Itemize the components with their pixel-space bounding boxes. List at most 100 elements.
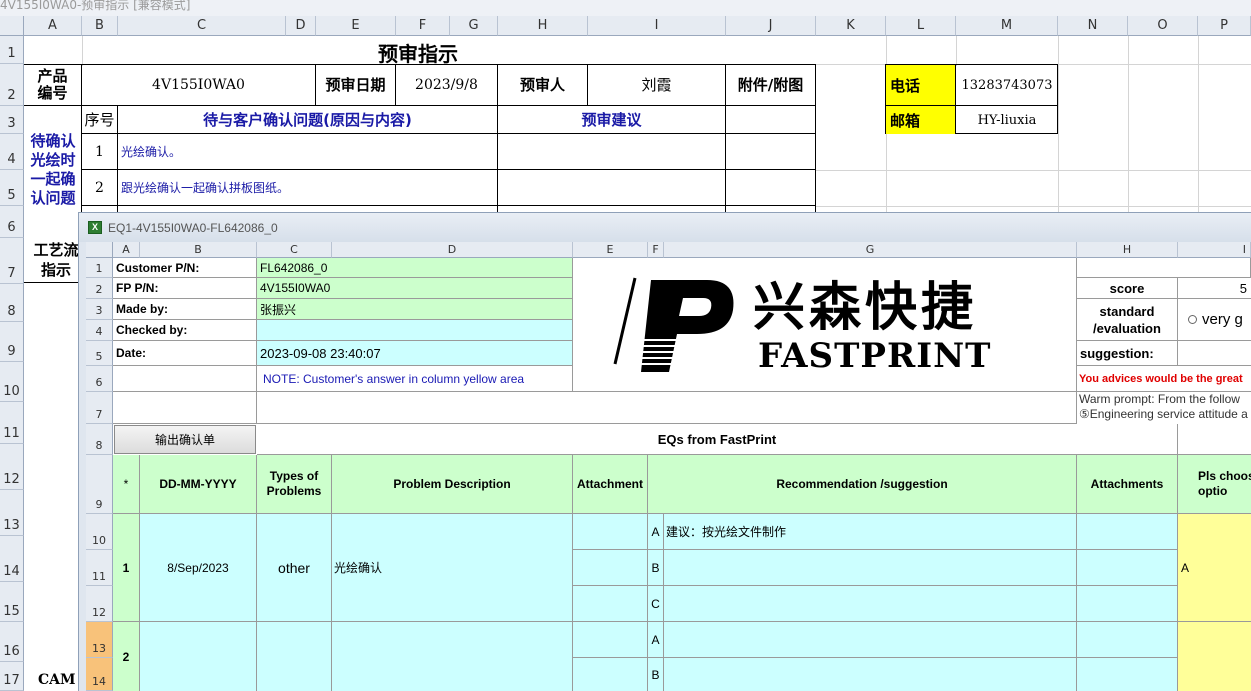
col-header-p[interactable]: P — [1198, 16, 1251, 36]
option-text[interactable] — [664, 550, 1077, 586]
eq-type[interactable] — [257, 622, 332, 691]
inner-select-all[interactable] — [86, 242, 113, 258]
inner-row-1[interactable]: 1 — [86, 258, 113, 278]
row-header-7[interactable]: 7 — [0, 238, 24, 284]
issue-row-text[interactable]: 跟光绘确认一起确认拼板图纸。 — [118, 170, 498, 206]
row-header-5[interactable]: 5 — [0, 170, 24, 206]
eq-attachments[interactable] — [1077, 622, 1178, 658]
col-header-h[interactable]: H — [498, 16, 588, 36]
col-header-k[interactable]: K — [816, 16, 886, 36]
issue-row-extra[interactable] — [726, 134, 816, 170]
row-header-6[interactable]: 6 — [0, 206, 24, 238]
made-by-value[interactable]: 张振兴 — [257, 299, 573, 320]
col-header-j[interactable]: J — [726, 16, 816, 36]
row-header-13[interactable]: 13 — [0, 490, 24, 536]
row-header-12[interactable]: 12 — [0, 444, 24, 490]
col-header-o[interactable]: O — [1128, 16, 1198, 36]
output-confirmation-button[interactable]: 输出确认单 — [114, 425, 256, 454]
col-header-n[interactable]: N — [1058, 16, 1128, 36]
eq-attachments[interactable] — [1077, 658, 1178, 691]
option-text[interactable] — [664, 622, 1077, 658]
row-header-16[interactable]: 16 — [0, 622, 24, 662]
score-value[interactable]: 5 — [1178, 278, 1251, 299]
col-header-f[interactable]: F — [396, 16, 450, 36]
inner-col-c[interactable]: C — [257, 242, 332, 258]
phone-value[interactable]: 13283743073 — [956, 65, 1058, 106]
inner-col-g[interactable]: G — [664, 242, 1077, 258]
row-header-9[interactable]: 9 — [0, 322, 24, 362]
product-value[interactable]: 4V155I0WA0 — [82, 64, 316, 106]
eq-attachment[interactable] — [573, 514, 648, 550]
inner-row-11[interactable]: 11 — [86, 550, 113, 586]
select-all-corner[interactable] — [0, 16, 24, 36]
inner-row-6[interactable]: 6 — [86, 366, 113, 392]
inner-row-14[interactable]: 14 — [86, 658, 113, 691]
eq-attachment[interactable] — [573, 658, 648, 691]
row-header-1[interactable]: 1 — [0, 36, 24, 64]
inner-row-5[interactable]: 5 — [86, 341, 113, 366]
option-text[interactable] — [664, 586, 1077, 622]
row-header-14[interactable]: 14 — [0, 536, 24, 582]
eq-attachments[interactable] — [1077, 514, 1178, 550]
eq-type[interactable]: other — [257, 514, 332, 622]
email-value[interactable]: HY-liuxia — [956, 106, 1058, 134]
fp-pn-value[interactable]: 4V155I0WA0 — [257, 278, 573, 299]
col-header-c[interactable]: C — [118, 16, 286, 36]
row-header-10[interactable]: 10 — [0, 362, 24, 402]
row-header-17[interactable]: 17 — [0, 662, 24, 691]
review-date-value[interactable]: 2023/9/8 — [396, 64, 498, 106]
eq-attachment[interactable] — [573, 550, 648, 586]
eq-attachment[interactable] — [573, 622, 648, 658]
col-header-a[interactable]: A — [24, 16, 82, 36]
checked-by-value[interactable] — [257, 320, 573, 341]
eq-problem[interactable] — [332, 622, 573, 691]
inner-row-7[interactable]: 7 — [86, 392, 113, 424]
inner-col-a[interactable]: A — [113, 242, 140, 258]
date-value[interactable]: 2023-09-08 23:40:07 — [257, 341, 573, 366]
inner-col-e[interactable]: E — [573, 242, 648, 258]
inner-col-f[interactable]: F — [648, 242, 664, 258]
inner-title-bar[interactable]: X EQ1-4V155I0WA0-FL642086_0 — [79, 213, 1251, 242]
col-header-g[interactable]: G — [450, 16, 498, 36]
option-text[interactable]: 建议：按光绘文件制作 — [664, 514, 1077, 550]
col-header-b[interactable]: B — [82, 16, 118, 36]
inner-row-9[interactable]: 9 — [86, 455, 113, 514]
eq-choice[interactable] — [1178, 622, 1251, 691]
reviewer-value[interactable]: 刘霞 — [588, 64, 726, 106]
eq-attachments[interactable] — [1077, 586, 1178, 622]
inner-row-12[interactable]: 12 — [86, 586, 113, 622]
eq-attachments[interactable] — [1077, 550, 1178, 586]
eq-choice[interactable]: A — [1178, 514, 1251, 622]
row-header-15[interactable]: 15 — [0, 582, 24, 622]
issue-row-text[interactable]: 光绘确认。 — [118, 134, 498, 170]
radio-icon[interactable] — [1188, 315, 1197, 324]
inner-col-i[interactable]: I — [1178, 242, 1251, 258]
inner-row-2[interactable]: 2 — [86, 278, 113, 299]
col-header-l[interactable]: L — [886, 16, 956, 36]
col-header-m[interactable]: M — [956, 16, 1058, 36]
issue-row-extra[interactable] — [726, 170, 816, 206]
inner-row-13[interactable]: 13 — [86, 622, 113, 658]
inner-row-10[interactable]: 10 — [86, 514, 113, 550]
option-text[interactable] — [664, 658, 1077, 691]
inner-row-4[interactable]: 4 — [86, 320, 113, 341]
eq-attachment[interactable] — [573, 586, 648, 622]
inner-col-h[interactable]: H — [1077, 242, 1178, 258]
inner-col-d[interactable]: D — [332, 242, 573, 258]
eq-problem[interactable]: 光绘确认 — [332, 514, 573, 622]
col-header-e[interactable]: E — [316, 16, 396, 36]
col-header-d[interactable]: D — [286, 16, 316, 36]
eq-date[interactable] — [140, 622, 257, 691]
inner-row-8[interactable]: 8 — [86, 424, 113, 455]
row-header-8[interactable]: 8 — [0, 284, 24, 322]
row-header-4[interactable]: 4 — [0, 134, 24, 170]
eq-date[interactable]: 8/Sep/2023 — [140, 514, 257, 622]
customer-pn-value[interactable]: FL642086_0 — [257, 258, 573, 278]
row-header-11[interactable]: 11 — [0, 402, 24, 444]
inner-col-b[interactable]: B — [140, 242, 257, 258]
standard-radio-option[interactable]: very g — [1178, 299, 1251, 341]
issue-row-suggestion[interactable] — [498, 170, 726, 206]
suggestion-value[interactable] — [1178, 341, 1251, 366]
row-header-2[interactable]: 2 — [0, 64, 24, 106]
row-header-3[interactable]: 3 — [0, 106, 24, 134]
